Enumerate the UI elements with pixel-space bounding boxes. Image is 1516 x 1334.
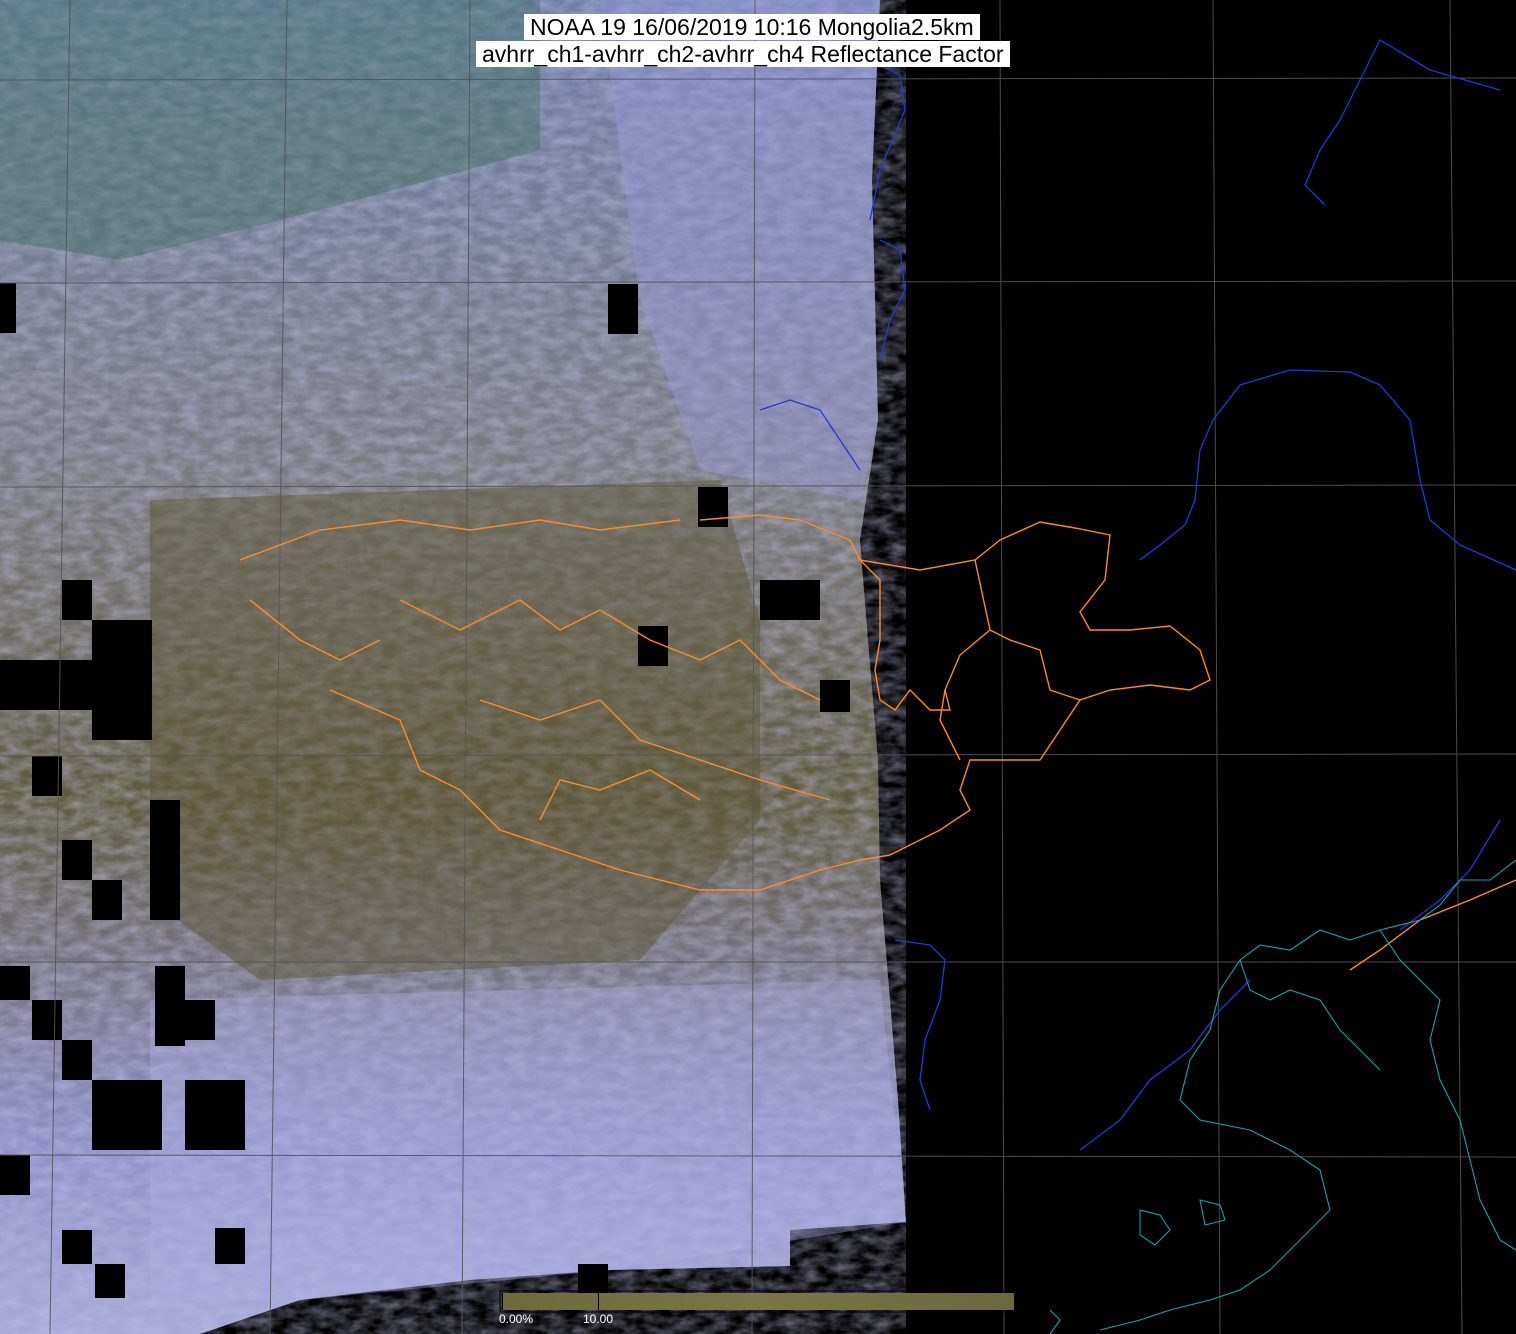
imagery-swath — [0, 0, 906, 1334]
map-canvas: NOAA 19 16/06/2019 10:16 Mongolia2.5km a… — [0, 0, 1516, 1334]
colorbar-tick-max — [598, 1293, 599, 1310]
map-title: NOAA 19 16/06/2019 10:16 Mongolia2.5km — [524, 14, 980, 40]
map-subtitle: avhrr_ch1-avhrr_ch2-avhrr_ch4 Reflectanc… — [476, 41, 1010, 67]
colorbar — [502, 1293, 1014, 1310]
east-asia-coast — [1049, 859, 1516, 1334]
colorbar-tick-min — [502, 1293, 503, 1310]
satellite-map — [0, 0, 1516, 1334]
colorbar-label-min: 0.00% — [499, 1312, 534, 1326]
colorbar-label-max: 10.00 — [583, 1312, 614, 1326]
